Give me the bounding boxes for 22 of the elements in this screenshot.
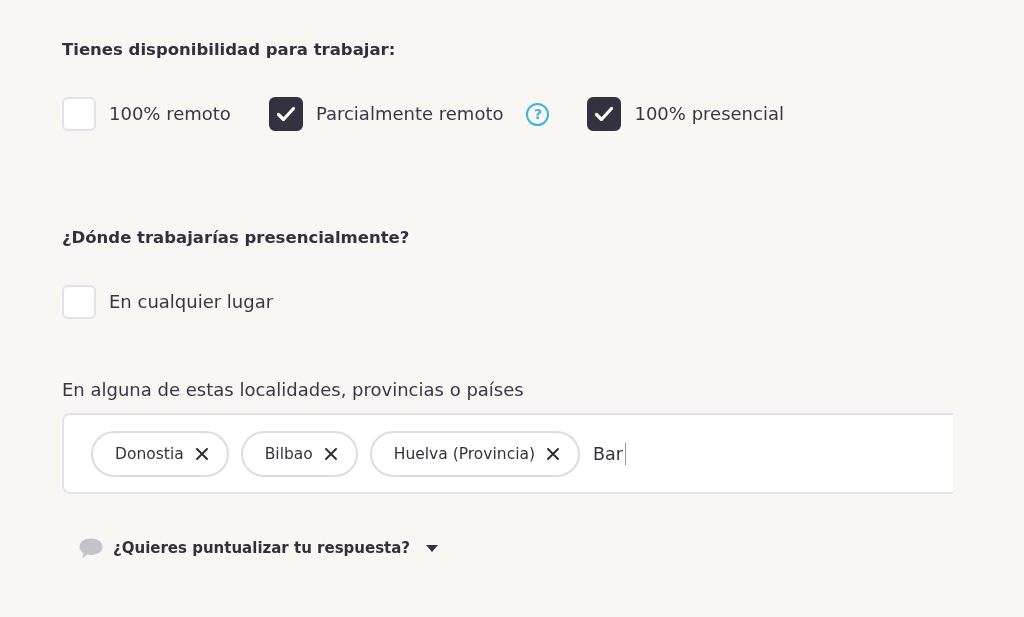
checkmark-icon [276,107,295,121]
checkbox-label: En cualquier lugar [109,290,274,314]
tag-label: Bilbao [264,443,313,464]
checkbox-label: 100% remoto [109,102,231,126]
field-label: En alguna de estas localidades, provincias o países [62,378,524,402]
text-cursor [624,442,626,465]
checkbox[interactable] [268,97,303,131]
section-heading: ¿Dónde trabajarías presencialmente? [62,227,410,249]
checkbox[interactable] [587,97,622,131]
tag-label: Huelva (Provincia) [393,443,535,464]
speech-bubble-icon [79,537,103,559]
section-heading: Tienes disponibilidad para trabajar: [62,39,396,61]
typed-text: Bar [593,442,623,466]
close-icon[interactable] [195,447,208,460]
close-icon[interactable] [547,447,559,460]
checkbox-label: 100% presencial [634,102,784,126]
checkbox-label: Parcialmente remoto [315,102,504,126]
tag-label: Donostia [115,443,184,464]
checkmark-icon [595,107,614,121]
close-icon[interactable] [324,447,337,460]
location-input-field[interactable]: Donostia Bilbao Huelva (Provincia) Bar [62,413,953,494]
comment-toggle[interactable]: ¿Quieres puntualizar tu respuesta? [79,536,439,560]
